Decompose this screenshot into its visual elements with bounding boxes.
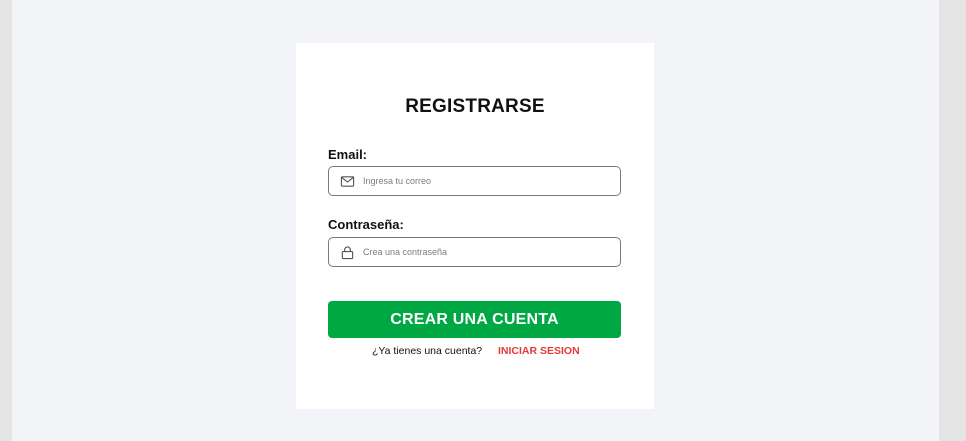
email-field-container[interactable] xyxy=(328,166,621,196)
password-label: Contraseña: xyxy=(328,217,404,232)
email-field[interactable] xyxy=(363,167,613,195)
have-account-text: ¿Ya tienes una cuenta? xyxy=(372,345,483,357)
login-link[interactable]: INICIAR SESION xyxy=(498,345,580,357)
password-field[interactable] xyxy=(363,238,613,266)
page-title: REGISTRARSE xyxy=(405,96,545,117)
lock-icon xyxy=(341,246,354,260)
password-field-container[interactable] xyxy=(328,237,621,267)
email-label: Email: xyxy=(328,147,368,162)
create-account-button[interactable]: CREAR UNA CUENTA xyxy=(328,301,621,338)
mail-icon xyxy=(340,176,355,187)
